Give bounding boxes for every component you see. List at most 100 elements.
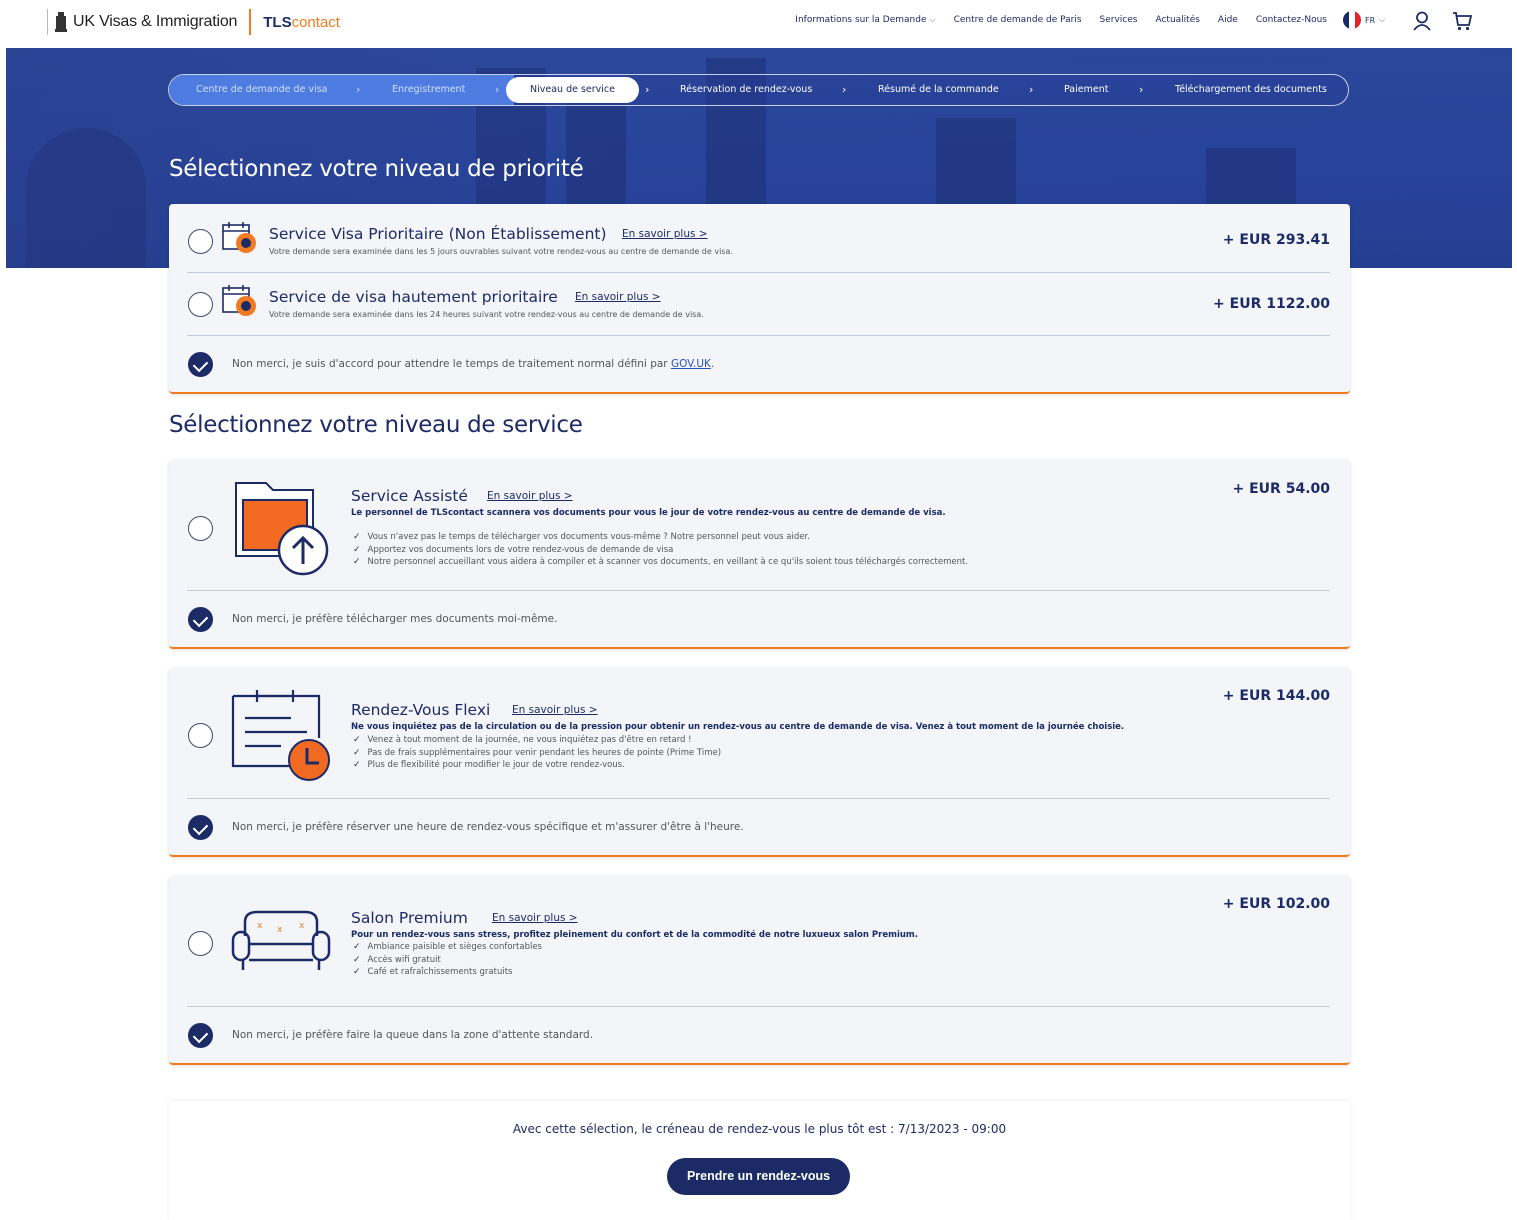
- chevron-right-icon: ›: [842, 83, 847, 96]
- service-feature-list: Vous n'avez pas le temps de télécharger …: [353, 531, 968, 569]
- list-item: Accès wifi gratuit: [353, 954, 542, 967]
- step-reservation: Réservation de rendez-vous: [680, 84, 813, 95]
- chevron-right-icon: ›: [495, 83, 500, 96]
- service-card-premium: x x x Salon Premium En savoir plus > Pour …: [169, 876, 1350, 1065]
- tls-logo-text: TLS: [263, 13, 292, 31]
- learn-more-link[interactable]: En savoir plus >: [492, 912, 578, 924]
- service-summary: Le personnel de TLScontact scannera vos …: [351, 508, 946, 518]
- priority-option-title: Service Visa Prioritaire (Non Établissem…: [269, 225, 607, 243]
- list-item: Café et rafraîchissements gratuits: [353, 966, 542, 979]
- service-price: + EUR 102.00: [1222, 896, 1330, 912]
- divider: [187, 335, 1330, 336]
- decline-service-text: Non merci, je préfère réserver une heure…: [232, 821, 744, 833]
- folder-upload-icon: [235, 482, 329, 576]
- sofa-icon: xxx: [231, 910, 331, 970]
- brand-logos[interactable]: UK Visas & Immigration TLS contact: [47, 8, 340, 36]
- chevron-right-icon: ›: [1029, 83, 1034, 96]
- service-option-radio[interactable]: [188, 931, 213, 956]
- service-option-radio[interactable]: [188, 516, 213, 541]
- step-resume: Résumé de la commande: [878, 84, 999, 95]
- list-item: Apportez vos documents lors de votre ren…: [353, 544, 968, 557]
- nav-label: Informations sur la Demande: [795, 15, 927, 25]
- priority-option-price: + EUR 293.41: [1222, 232, 1330, 248]
- chevron-right-icon: ›: [356, 83, 361, 96]
- chevron-down-icon: ⌵: [929, 15, 936, 24]
- step-telechargement: Téléchargement des documents: [1175, 84, 1327, 95]
- divider: [187, 1006, 1330, 1007]
- progress-stepper: Centre de demande de visa › Enregistreme…: [168, 74, 1349, 106]
- divider: [187, 590, 1330, 591]
- decline-service-radio[interactable]: [188, 607, 213, 632]
- priority-option-title: Service de visa hautement prioritaire: [269, 288, 558, 306]
- nav-item-centre-paris[interactable]: Centre de demande de Paris: [954, 15, 1082, 25]
- main-nav: Informations sur la Demande ⌵ Centre de d…: [795, 15, 1327, 25]
- decline-service-text: Non merci, je préfère télécharger mes do…: [232, 613, 558, 625]
- service-summary: Pour un rendez-vous sans stress, profite…: [351, 930, 918, 940]
- step-enregistrement[interactable]: Enregistrement: [392, 75, 465, 105]
- priority-option-description: Votre demande sera examinée dans les 5 j…: [269, 247, 733, 256]
- nav-item-informations[interactable]: Informations sur la Demande ⌵: [795, 15, 935, 25]
- divider: [187, 272, 1330, 273]
- french-flag-icon: [1343, 11, 1361, 29]
- priority-card: Service Visa Prioritaire (Non Établissem…: [169, 204, 1350, 394]
- step-centre-de-demande[interactable]: Centre de demande de visa: [196, 75, 327, 105]
- nav-item-aide[interactable]: Aide: [1218, 15, 1238, 25]
- list-item: Ambiance paisible et sièges confortables: [353, 941, 542, 954]
- list-item: Plus de flexibilité pour modifier le jou…: [353, 759, 721, 772]
- user-icon[interactable]: [1411, 10, 1433, 32]
- list-item: Venez à tout moment de la journée, ne vo…: [353, 734, 721, 747]
- service-title: Salon Premium: [351, 909, 468, 927]
- service-feature-list: Ambiance paisible et sièges confortables…: [353, 941, 542, 979]
- top-header: UK Visas & Immigration TLS contact Inform…: [0, 0, 1517, 48]
- logo-divider: [47, 9, 48, 35]
- calendar-clock-icon: [231, 690, 330, 781]
- decline-priority-text: Non merci, je suis d'accord pour attendr…: [232, 358, 714, 370]
- priority-option-radio[interactable]: [188, 292, 213, 317]
- learn-more-link[interactable]: En savoir plus >: [575, 291, 661, 303]
- decline-service-radio[interactable]: [188, 1023, 213, 1048]
- gov-uk-link[interactable]: GOV.UK: [671, 358, 711, 370]
- decline-priority-radio[interactable]: [188, 352, 213, 377]
- decline-service-radio[interactable]: [188, 815, 213, 840]
- nav-item-actualites[interactable]: Actualités: [1155, 15, 1199, 25]
- service-title: Service Assisté: [351, 487, 468, 505]
- chevron-right-icon: ›: [645, 83, 650, 96]
- service-heading: Sélectionnez votre niveau de service: [169, 412, 583, 438]
- list-item: Notre personnel accueillant vous aidera …: [353, 556, 968, 569]
- book-appointment-button[interactable]: Prendre un rendez-vous: [667, 1158, 850, 1195]
- service-price: + EUR 144.00: [1222, 688, 1330, 704]
- service-card-flexi: Rendez-Vous Flexi En savoir plus > Ne vo…: [169, 668, 1350, 857]
- service-price: + EUR 54.00: [1232, 481, 1330, 497]
- decline-service-text: Non merci, je préfère faire la queue dan…: [232, 1029, 594, 1041]
- learn-more-link[interactable]: En savoir plus >: [487, 490, 573, 502]
- decline-end: .: [710, 358, 715, 370]
- language-selector[interactable]: FR ⌵: [1343, 11, 1385, 29]
- service-summary: Ne vous inquiétez pas de la circulation …: [351, 722, 1125, 732]
- list-item: Pas de frais supplémentaires pour venir …: [353, 747, 722, 760]
- service-option-radio[interactable]: [188, 723, 213, 748]
- svg-text:x: x: [257, 921, 263, 931]
- cart-icon[interactable]: [1451, 10, 1473, 32]
- booking-summary-bar: Avec cette sélection, le créneau de rend…: [169, 1101, 1350, 1220]
- ukvi-logo-text: UK Visas & Immigration: [73, 13, 238, 30]
- language-code: FR: [1365, 15, 1376, 25]
- svg-text:x: x: [299, 921, 305, 931]
- priority-calendar-icon: [222, 222, 256, 253]
- service-feature-list: Venez à tout moment de la journée, ne vo…: [353, 734, 722, 772]
- step-niveau-de-service[interactable]: Niveau de service: [506, 77, 639, 103]
- service-title: Rendez-Vous Flexi: [351, 701, 491, 719]
- priority-option-radio[interactable]: [188, 229, 213, 254]
- nav-item-services[interactable]: Services: [1100, 15, 1138, 25]
- svg-text:x: x: [277, 925, 283, 935]
- contact-logo-text: contact: [291, 13, 340, 31]
- brand-separator: [249, 9, 252, 35]
- learn-more-link[interactable]: En savoir plus >: [512, 704, 598, 716]
- chevron-right-icon: ›: [1139, 83, 1144, 96]
- learn-more-link[interactable]: En savoir plus >: [622, 228, 708, 240]
- nav-item-contact[interactable]: Contactez-Nous: [1256, 15, 1327, 25]
- priority-option-description: Votre demande sera examinée dans les 24 …: [269, 310, 704, 319]
- list-item: Vous n'avez pas le temps de télécharger …: [353, 531, 968, 544]
- priority-calendar-icon: [222, 285, 256, 316]
- priority-option-price: + EUR 1122.00: [1213, 296, 1330, 312]
- royal-crest-icon: [55, 12, 67, 32]
